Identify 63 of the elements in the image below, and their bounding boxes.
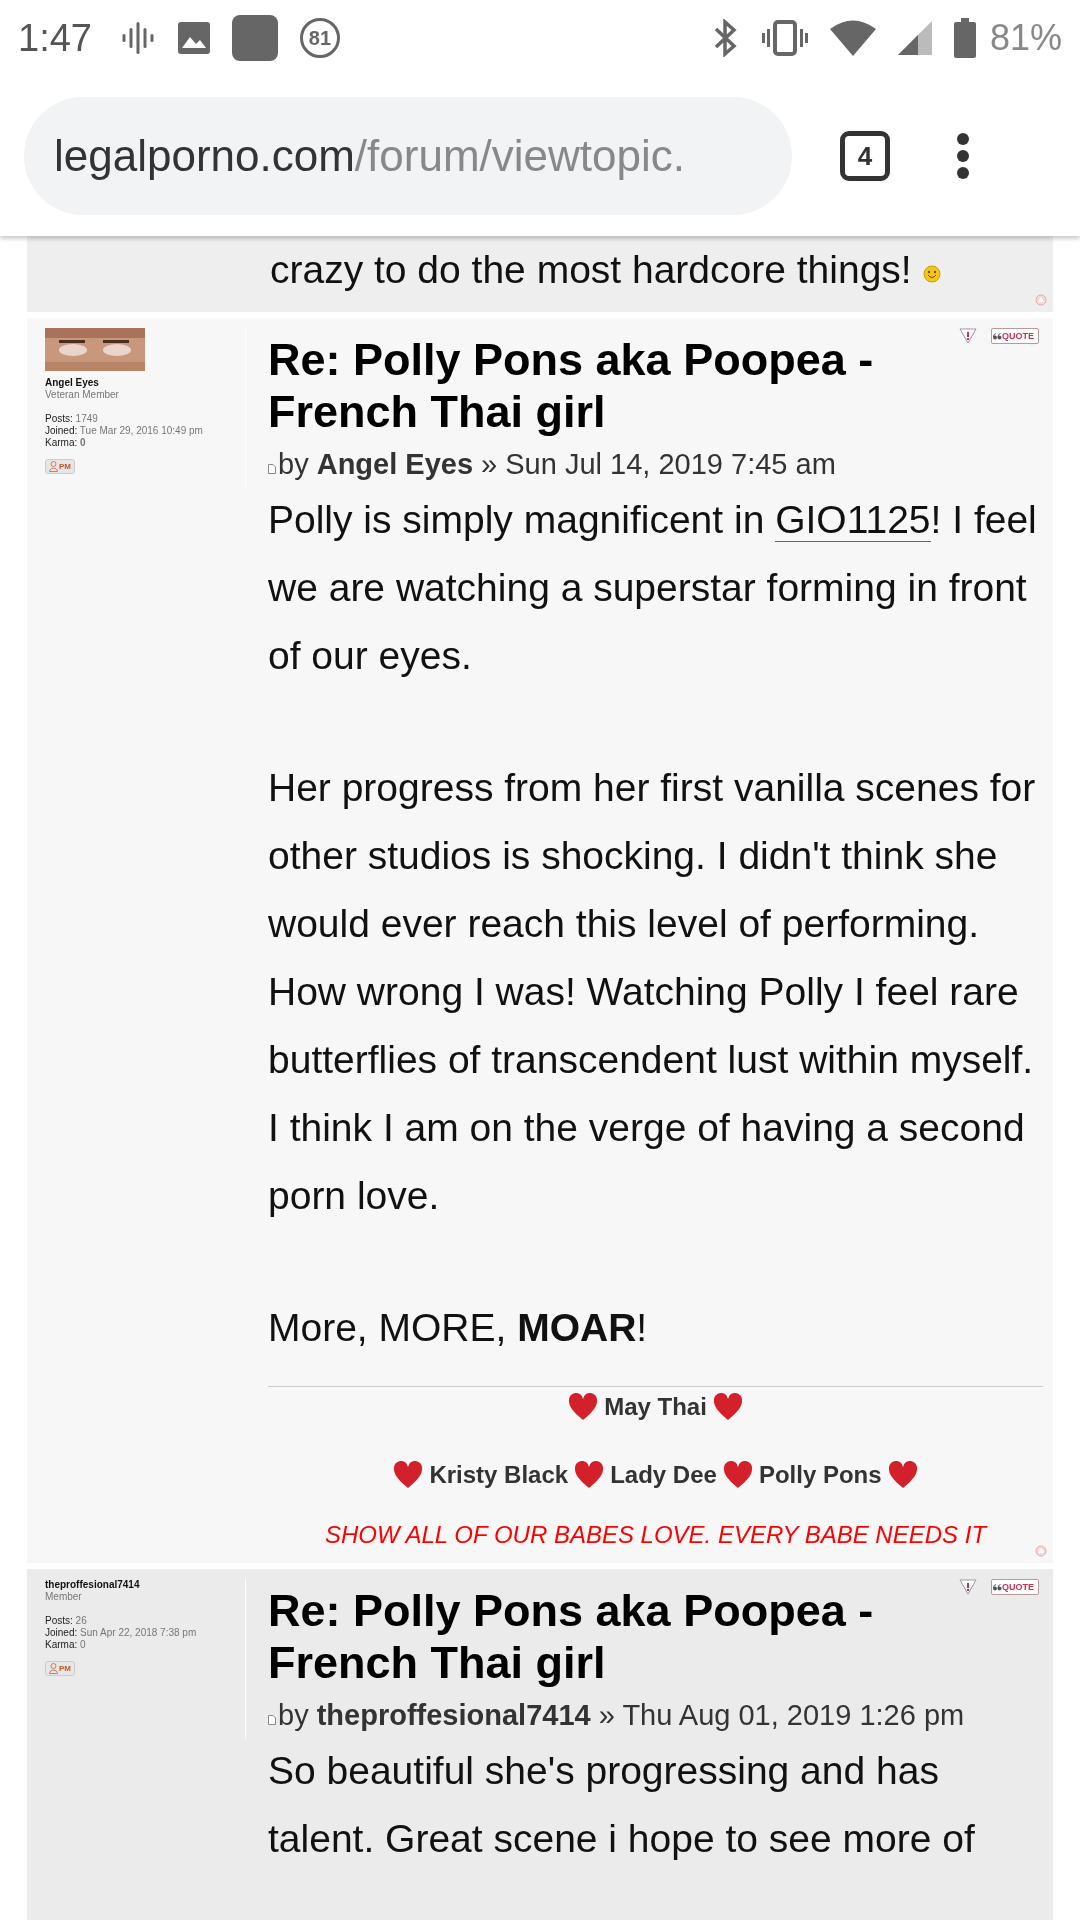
signature-slogan: SHOW ALL OF OUR BABES LOVE. EVERY BABE NEEDS IT [323, 1521, 989, 1549]
stat-value: Sun Apr 22, 2018 7:38 pm [80, 1627, 197, 1638]
pm-button[interactable]: PM [45, 1661, 75, 1676]
square-icon [231, 15, 278, 61]
image-icon [177, 22, 210, 54]
author-name[interactable]: theproffesional7414 [45, 1579, 241, 1591]
heart-icon [722, 1461, 753, 1489]
quote-marks-icon [993, 332, 1002, 340]
member-rank: Member [45, 1591, 83, 1603]
person-icon [49, 461, 58, 472]
signature-name: Polly Pons [758, 1461, 882, 1489]
heart-icon [568, 1393, 599, 1421]
battery-level: 81% [989, 17, 1062, 59]
heart-icon [887, 1461, 918, 1489]
post-link[interactable]: GIO1125 [775, 498, 931, 542]
clock: 1:47 [18, 16, 92, 60]
stat-label: Posts: [45, 1615, 73, 1626]
pm-button[interactable]: PM [45, 459, 75, 474]
heart-icon [574, 1461, 605, 1489]
post-text: crazy to do the most hardcore things! [270, 248, 912, 291]
stat-label: Karma: [45, 1639, 78, 1650]
report-icon[interactable] [959, 1579, 977, 1595]
address-bar[interactable]: legalporno.com/forum/viewtopic. [24, 97, 792, 215]
post-byline: by theproffesional7414 » Thu Aug 01, 2019 1:26 pm [278, 1698, 965, 1733]
member-rank: Veteran Member [45, 389, 120, 401]
menu-icon[interactable] [956, 132, 970, 180]
wifi-icon [829, 20, 876, 56]
vibrate-icon [761, 19, 808, 57]
post-byline: by Angel Eyes » Sun Jul 14, 2019 7:45 am [278, 447, 836, 482]
author-name[interactable]: Angel Eyes [45, 377, 241, 389]
post-paragraph: Her progress from her first vanilla scenes for other studios is shocking. I didn't think she would ever reach this level of performing. How wrong I was! Watching Polly I feel rare butterflies of transcendent lust within myself. I think I am on the verge of having a second porn love. [268, 765, 1037, 1219]
post-paragraph: So beautiful she's progressing and has talent. Great scene i hope to see more of [268, 1748, 976, 1862]
heart-icon [712, 1393, 743, 1421]
notification-badge: 81 [299, 18, 340, 58]
tab-switcher-button[interactable]: 4 [840, 131, 890, 181]
post-title[interactable]: Re: Polly Pons aka Poopea - French Thai girl [268, 1585, 953, 1689]
stat-value: Tue Mar 29, 2016 10:49 pm [79, 425, 203, 436]
stat-label: Posts: [45, 413, 73, 424]
post-paragraph: More, MORE, MOAR! [268, 1305, 649, 1351]
report-icon[interactable] [959, 328, 977, 344]
stat-label: Joined: [45, 425, 78, 436]
podcast-icon [119, 20, 156, 56]
battery-icon [953, 18, 976, 58]
stat-value: 26 [75, 1615, 87, 1626]
stat-value: 0 [80, 437, 86, 448]
heart-icon [393, 1461, 424, 1489]
signal-icon [897, 21, 932, 55]
stat-label: Karma: [45, 437, 78, 448]
stat-label: Joined: [45, 1627, 78, 1638]
stat-value: 0 [80, 1639, 86, 1650]
quote-button[interactable]: QUOTE [991, 328, 1039, 344]
person-icon [49, 1663, 58, 1674]
quote-marks-icon [993, 1583, 1002, 1591]
stat-value: 1749 [75, 413, 98, 424]
post-paragraph: Polly is simply magnificent in GIO1125! I feel we are watching a superstar forming in front of our eyes. [268, 497, 1038, 679]
page-icon [268, 464, 276, 474]
signature-name: Lady Dee [610, 1461, 717, 1489]
page-icon [268, 1715, 276, 1725]
post-title[interactable]: Re: Polly Pons aka Poopea - French Thai girl [268, 334, 953, 438]
signature-name: May Thai [604, 1393, 707, 1421]
signature-name: Kristy Black [429, 1461, 569, 1489]
smiley-icon [922, 265, 941, 283]
quote-button[interactable]: QUOTE [991, 1579, 1039, 1595]
